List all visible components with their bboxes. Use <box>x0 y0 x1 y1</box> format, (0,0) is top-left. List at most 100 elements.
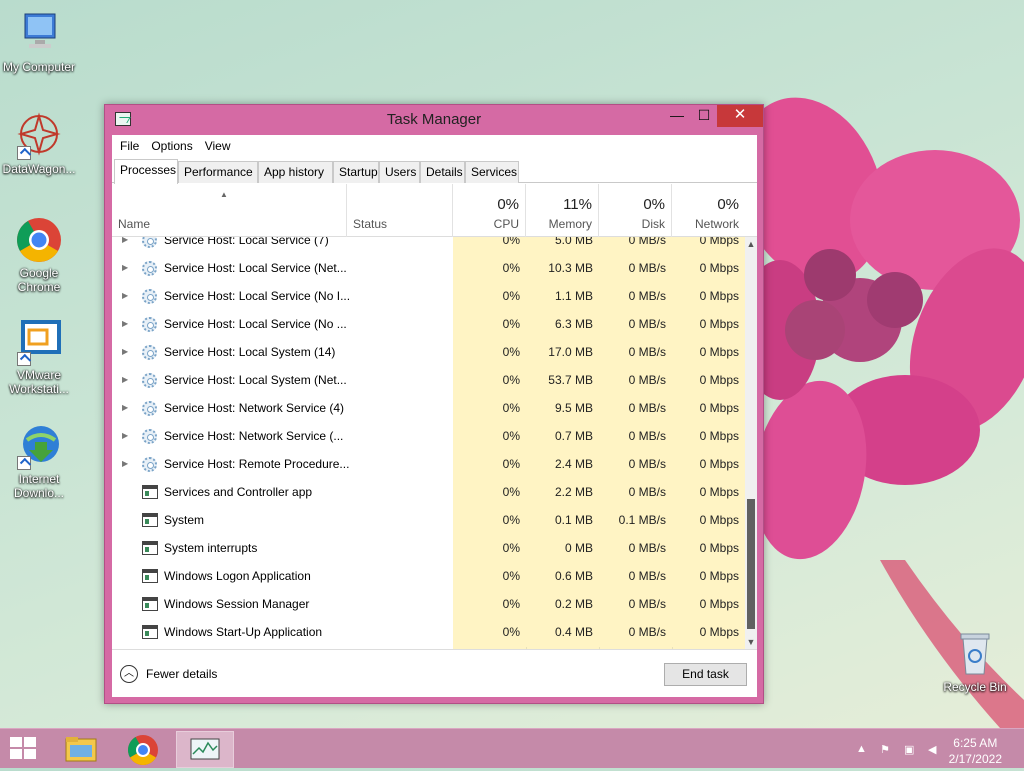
desktop-icon-vmware[interactable]: VMware Workstati... <box>0 318 78 396</box>
chrome-icon <box>15 216 63 264</box>
memory-percent: 11% <box>563 196 592 213</box>
process-name: Service Host: Local System (Net... <box>164 373 347 387</box>
process-row[interactable]: ▶ Service Host: Remote Procedure... 0% 2.4 … <box>112 451 745 479</box>
network-icon[interactable]: ▣ <box>904 743 918 756</box>
process-memory: 53.7 MB <box>526 367 599 395</box>
process-row[interactable]: System 0% 0.1 MB 0.1 MB/s 0 Mbps <box>112 507 745 535</box>
expand-arrow-icon[interactable]: ▶ <box>122 319 128 328</box>
column-cpu[interactable]: 0% CPU <box>453 184 526 237</box>
column-disk[interactable]: 0% Disk <box>599 184 672 237</box>
expand-arrow-icon[interactable]: ▶ <box>122 431 128 440</box>
process-memory: 0.6 MB <box>526 563 599 591</box>
tab-processes[interactable]: Processes <box>114 159 178 184</box>
show-hidden-icons-icon[interactable]: ▲ <box>856 743 870 755</box>
process-row[interactable]: Services and Controller app 0% 2.2 MB 0 MB/… <box>112 479 745 507</box>
desktop-icon-label: DataWagon... <box>2 162 76 176</box>
service-gear-icon <box>142 429 157 444</box>
process-row[interactable]: Windows Logon Application 0% 0.6 MB 0 MB/s 0… <box>112 563 745 591</box>
tab-performance[interactable]: Performance <box>178 161 258 183</box>
shortcut-arrow-icon <box>17 146 31 160</box>
process-name: Service Host: Remote Procedure... <box>164 457 350 471</box>
column-status[interactable]: Status <box>347 184 453 237</box>
start-button[interactable] <box>10 737 38 761</box>
process-name: Service Host: Network Service (4) <box>164 401 345 415</box>
process-disk: 0 MB/s <box>599 255 672 283</box>
process-row[interactable]: ▶ Service Host: Network Service (4) 0% 9.5 … <box>112 395 745 423</box>
process-disk: 0 MB/s <box>599 535 672 563</box>
tab-startup[interactable]: Startup <box>333 161 379 183</box>
process-disk: 0 MB/s <box>599 283 672 311</box>
expand-arrow-icon[interactable]: ▶ <box>122 347 128 356</box>
menu-options[interactable]: Options <box>145 135 198 157</box>
desktop-icon-datawagon[interactable]: DataWagon... <box>0 112 78 176</box>
scrollbar-thumb[interactable] <box>747 499 755 629</box>
disk-percent: 0% <box>643 196 665 213</box>
process-disk: 0 MB/s <box>599 591 672 619</box>
taskbar-file-explorer[interactable] <box>52 731 110 768</box>
scroll-up-arrow-icon[interactable]: ▲ <box>745 237 757 251</box>
desktop-icon-my-computer[interactable]: My Computer <box>0 10 78 74</box>
expand-arrow-icon[interactable]: ▶ <box>122 403 128 412</box>
process-memory: 6.3 MB <box>526 311 599 339</box>
tab-services[interactable]: Services <box>465 161 519 183</box>
process-cpu: 0% <box>453 535 526 563</box>
scroll-down-arrow-icon[interactable]: ▼ <box>745 635 757 649</box>
process-row[interactable]: System interrupts 0% 0 MB 0 MB/s 0 Mbps <box>112 535 745 563</box>
process-row[interactable]: ▶ Service Host: Local System (14) 0% 17.0 M… <box>112 339 745 367</box>
app-window-icon <box>142 541 158 555</box>
process-cpu: 0% <box>453 451 526 479</box>
process-row[interactable]: ▶ Service Host: Local Service (No I... 0% 1… <box>112 283 745 311</box>
tab-details[interactable]: Details <box>420 161 465 183</box>
expand-arrow-icon[interactable]: ▶ <box>122 459 128 468</box>
end-task-button[interactable]: End task <box>664 663 747 686</box>
process-memory: 2.4 MB <box>526 451 599 479</box>
tab-app-history[interactable]: App history <box>258 161 333 183</box>
taskbar-chrome[interactable] <box>114 731 172 768</box>
process-name: Service Host: Local Service (No ... <box>164 317 347 331</box>
column-name[interactable]: ▲ Name <box>112 184 347 237</box>
process-row[interactable]: ▶ Service Host: Local System (Net... 0% 53.… <box>112 367 745 395</box>
process-disk: 0 MB/s <box>599 619 672 647</box>
process-row[interactable]: ▶ Service Host: Local Service (7) 0% 5.0 MB… <box>112 237 745 255</box>
process-network: 0 Mbps <box>672 283 745 311</box>
menu-bar: File Options View <box>112 135 757 157</box>
process-name: Windows Logon Application <box>164 569 311 583</box>
process-row[interactable]: Windows Session Manager 0% 0.2 MB 0 MB/s 0 M… <box>112 591 745 619</box>
process-disk: 0 MB/s <box>599 423 672 451</box>
menu-file[interactable]: File <box>114 135 145 157</box>
clock[interactable]: 6:25 AM 2/17/2022 <box>949 735 1002 767</box>
desktop-icon-chrome[interactable]: Google Chrome <box>0 216 78 294</box>
cpu-percent: 0% <box>497 196 519 213</box>
expand-arrow-icon[interactable]: ▶ <box>122 263 128 272</box>
column-network[interactable]: 0% Network <box>672 184 745 237</box>
tab-users[interactable]: Users <box>379 161 420 183</box>
process-row[interactable]: ▶ Service Host: Local Service (No ... 0% 6.… <box>112 311 745 339</box>
process-network: 0 Mbps <box>672 479 745 507</box>
minimize-button[interactable]: — <box>662 105 692 127</box>
fewer-details-button[interactable]: ︿ Fewer details <box>120 665 217 683</box>
process-name: Windows Start-Up Application <box>164 625 323 639</box>
process-name: Services and Controller app <box>164 485 313 499</box>
chrome-icon <box>127 735 158 766</box>
close-button[interactable]: ✕ <box>717 105 763 127</box>
process-row[interactable]: Windows Start-Up Application 0% 0.4 MB 0 MB… <box>112 619 745 647</box>
desktop-icon-recycle-bin[interactable]: Recycle Bin <box>936 630 1014 694</box>
vertical-scrollbar[interactable]: ▲ ▼ <box>745 237 757 649</box>
process-cpu: 0% <box>453 311 526 339</box>
expand-arrow-icon[interactable]: ▶ <box>122 291 128 300</box>
maximize-button[interactable]: ☐ <box>689 105 719 127</box>
menu-view[interactable]: View <box>199 135 237 157</box>
desktop-icon-label: VMware Workstati... <box>9 368 69 396</box>
process-row[interactable]: ▶ Service Host: Local Service (Net... 0% 10… <box>112 255 745 283</box>
action-center-flag-icon[interactable]: ⚑ <box>880 743 894 756</box>
title-bar[interactable]: Task Manager — ☐ ✕ <box>105 105 763 135</box>
process-row[interactable]: ▶ Service Host: Network Service (... 0% 0.7… <box>112 423 745 451</box>
process-disk: 0 MB/s <box>599 237 672 255</box>
taskbar-task-manager[interactable] <box>176 731 234 768</box>
column-memory[interactable]: 11% Memory <box>526 184 599 237</box>
expand-arrow-icon[interactable]: ▶ <box>122 375 128 384</box>
desktop-icon-label: My Computer <box>2 60 76 74</box>
expand-arrow-icon[interactable]: ▶ <box>122 237 128 244</box>
volume-muted-icon[interactable]: ◀ <box>928 743 942 756</box>
desktop-icon-internet-download-manager[interactable]: Internet Downlo... <box>0 422 78 500</box>
